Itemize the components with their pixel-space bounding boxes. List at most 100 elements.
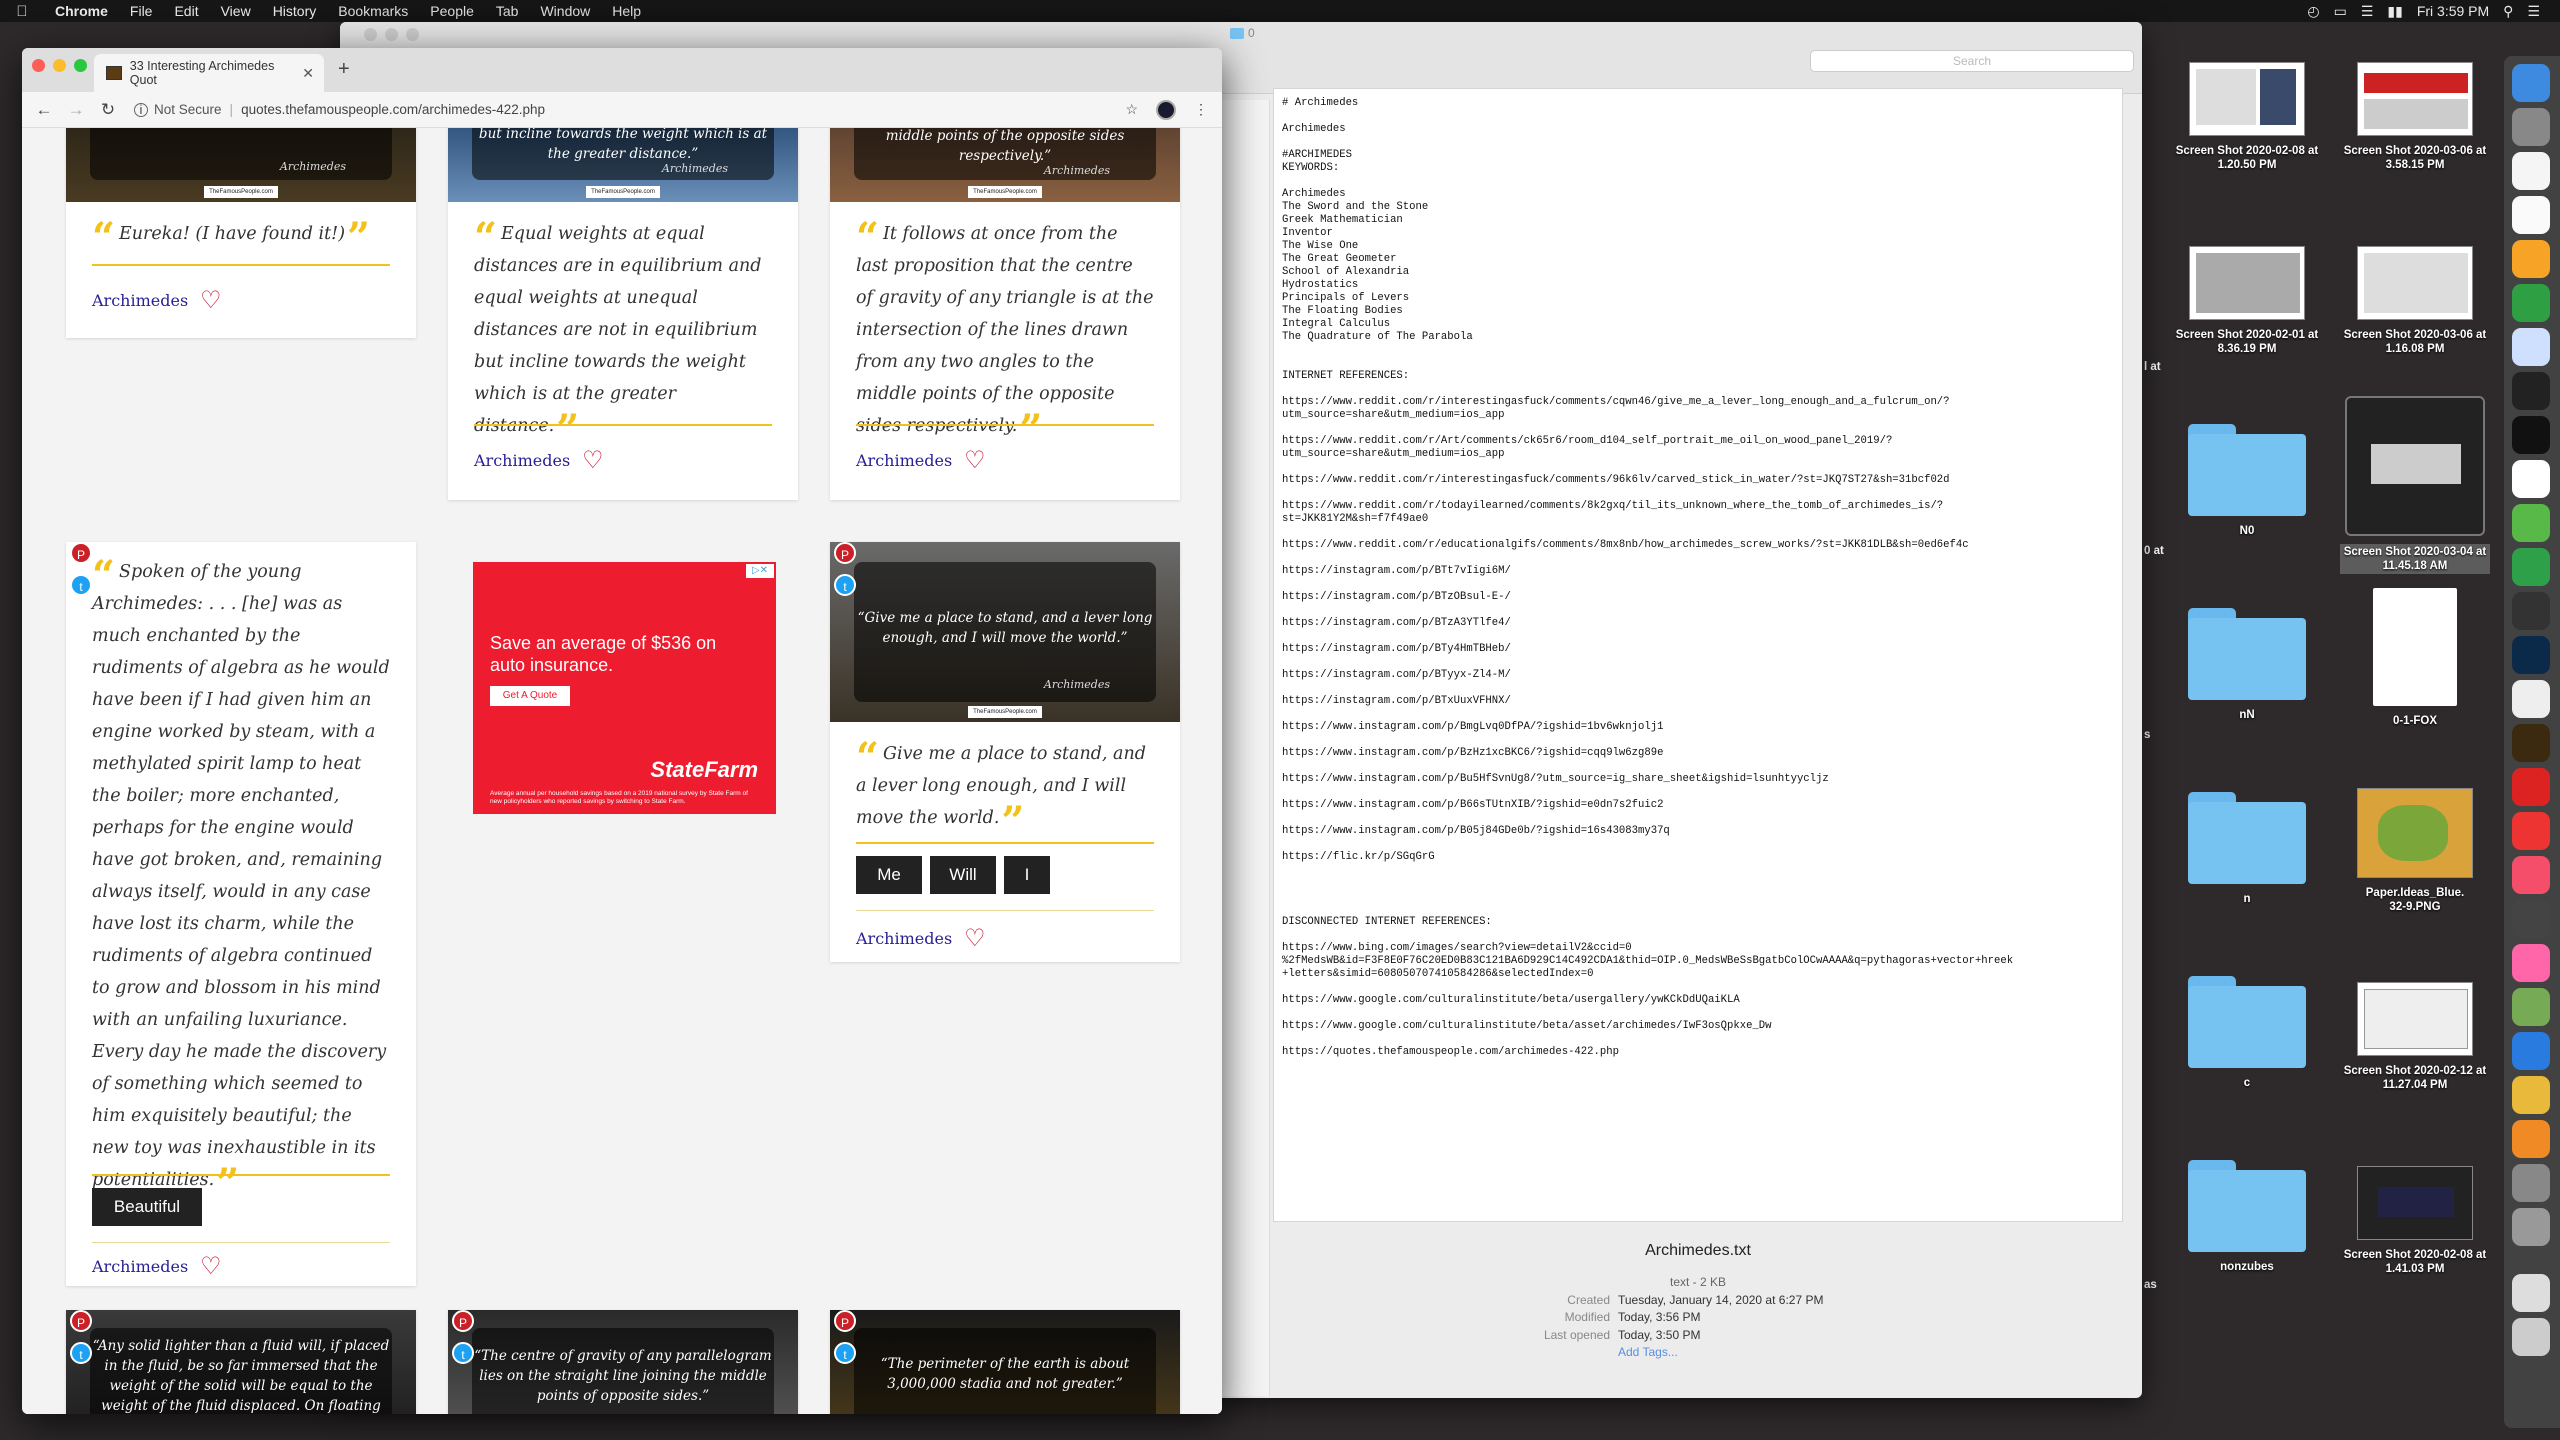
quote-image[interactable]: “The centre of gravity of any parallelog…: [448, 1310, 798, 1414]
tag-will-button[interactable]: Will: [930, 856, 996, 894]
chrome-icon[interactable]: [2512, 1076, 2550, 1114]
tag-me-button[interactable]: Me: [856, 856, 922, 894]
pinterest-icon[interactable]: P: [452, 1310, 474, 1332]
heart-icon[interactable]: ♡: [200, 1254, 222, 1278]
airplay-icon[interactable]: ▭: [2334, 3, 2347, 20]
address-bar[interactable]: i Not Secure | quotes.thefamouspeople.co…: [134, 102, 545, 117]
quote-image[interactable]: “The perimeter of the earth is about 3,0…: [830, 1310, 1180, 1414]
close-icon[interactable]: [364, 28, 377, 41]
desktop-icon-screenshot[interactable]: Screen Shot 2020-03-06 at 3.58.15 PM: [2340, 62, 2490, 172]
battery-icon[interactable]: ▮▮: [2387, 3, 2402, 20]
quote-image[interactable]: but incline towards the weight which is …: [448, 128, 798, 202]
author-link[interactable]: Archimedes ♡: [856, 926, 986, 950]
clock[interactable]: Fri 3:59 PM: [2417, 3, 2489, 19]
tab-close-icon[interactable]: ✕: [302, 65, 314, 82]
quote-image[interactable]: Archimedes TheFamousPeople.com: [66, 128, 416, 202]
twitter-icon[interactable]: t: [834, 1342, 856, 1364]
menu-edit[interactable]: Edit: [163, 0, 209, 22]
profile-avatar[interactable]: [1156, 99, 1176, 120]
spotlight-icon[interactable]: ⚲: [2503, 3, 2513, 20]
music-icon[interactable]: [2512, 856, 2550, 894]
menu-tab[interactable]: Tab: [485, 0, 530, 22]
quote-image[interactable]: “Any solid lighter than a fluid will, if…: [66, 1310, 416, 1414]
app-store-icon[interactable]: [2512, 1032, 2550, 1070]
photoshop-icon[interactable]: [2512, 636, 2550, 674]
leaf-app-icon[interactable]: [2512, 504, 2550, 542]
quote-image[interactable]: “Give me a place to stand, and a lever l…: [830, 542, 1180, 722]
bridge-icon[interactable]: [2512, 724, 2550, 762]
url-text[interactable]: quotes.thefamouspeople.com/archimedes-42…: [241, 102, 545, 117]
heart-icon[interactable]: ♡: [964, 926, 986, 950]
reload-icon[interactable]: ↻: [92, 100, 124, 120]
twitter-icon[interactable]: t: [70, 574, 92, 596]
quote-text[interactable]: “It follows at once from the last propos…: [856, 218, 1154, 450]
trash-icon[interactable]: [2512, 1318, 2550, 1356]
desktop-image[interactable]: Paper.Ideas_Blue. 32-9.PNG: [2340, 788, 2490, 914]
github-icon[interactable]: [2512, 900, 2550, 938]
twitter-icon[interactable]: t: [834, 574, 856, 596]
app-green-icon[interactable]: [2512, 548, 2550, 586]
books-icon[interactable]: [2512, 1120, 2550, 1158]
quote-text[interactable]: “Equal weights at equal distances are in…: [474, 218, 772, 450]
finder-search-input[interactable]: Search: [1810, 50, 2134, 72]
advertisement[interactable]: ▷✕ Save an average of $536 on auto insur…: [473, 562, 776, 814]
heart-icon[interactable]: ♡: [964, 448, 986, 472]
quote-text[interactable]: “Give me a place to stand, and a lever l…: [856, 738, 1154, 842]
apple-menu-icon[interactable]: : [0, 3, 44, 20]
menu-history[interactable]: History: [262, 0, 328, 22]
tag-i-button[interactable]: I: [1004, 856, 1050, 894]
desktop-icon-screenshot-selected[interactable]: Screen Shot 2020-03-04 at 11.45.18 AM: [2340, 396, 2490, 574]
desktop-folder[interactable]: nonzubes: [2172, 1156, 2322, 1274]
unity-icon[interactable]: [2512, 592, 2550, 630]
wifi-icon[interactable]: ☰: [2361, 3, 2374, 20]
heart-icon[interactable]: ♡: [200, 288, 222, 312]
twitter-icon[interactable]: t: [452, 1342, 474, 1364]
scrivener-icon[interactable]: [2512, 812, 2550, 850]
notification-center-icon[interactable]: ☰: [2527, 3, 2540, 20]
desktop-icon-screenshot[interactable]: Screen Shot 2020-03-06 at 1.16.08 PM: [2340, 246, 2490, 356]
file-preview-text[interactable]: # Archimedes Archimedes #ARCHIMEDES KEYW…: [1273, 88, 2123, 1222]
desktop-folder[interactable]: n: [2172, 788, 2322, 906]
desktop-icon-screenshot[interactable]: Screen Shot 2020-02-08 at 1.41.03 PM: [2340, 1166, 2490, 1276]
zoom-icon[interactable]: [406, 28, 419, 41]
tag-beautiful-button[interactable]: Beautiful: [92, 1188, 202, 1226]
calendar-icon[interactable]: [2512, 460, 2550, 498]
ad-quote-button[interactable]: Get A Quote: [490, 686, 570, 706]
close-icon[interactable]: [32, 59, 45, 72]
quote-text[interactable]: “Spoken of the young Archimedes: . . . […: [92, 556, 390, 1204]
minimize-icon[interactable]: [385, 28, 398, 41]
sublime-icon[interactable]: [2512, 240, 2550, 278]
add-tags-link[interactable]: Add Tags...: [1618, 1344, 1898, 1362]
menu-file[interactable]: File: [119, 0, 164, 22]
pinterest-icon[interactable]: P: [70, 1310, 92, 1332]
desktop-icon-screenshot[interactable]: Screen Shot 2020-02-12 at 11.27.04 PM: [2340, 982, 2490, 1092]
app-s-icon[interactable]: [2512, 284, 2550, 322]
desktop-icon-screenshot[interactable]: Screen Shot 2020-02-08 at 1.20.50 PM: [2172, 62, 2322, 172]
twitter-icon[interactable]: t: [70, 1342, 92, 1364]
author-link[interactable]: Archimedes ♡: [92, 288, 222, 312]
downloads-stack-icon[interactable]: [2512, 1274, 2550, 1312]
app-paint-icon[interactable]: [2512, 988, 2550, 1026]
author-link[interactable]: Archimedes ♡: [856, 448, 986, 472]
red-app-icon[interactable]: [2512, 768, 2550, 806]
browser-tab[interactable]: 33 Interesting Archimedes Quot ✕: [94, 54, 324, 92]
notes-icon[interactable]: [2512, 152, 2550, 190]
time-machine-icon[interactable]: ◴: [2307, 3, 2319, 20]
pinterest-icon[interactable]: P: [834, 1310, 856, 1332]
pen-app-icon[interactable]: [2512, 680, 2550, 718]
quote-image[interactable]: middle points of the opposite sides resp…: [830, 128, 1180, 202]
minimize-icon[interactable]: [53, 59, 66, 72]
bookmark-star-icon[interactable]: ☆: [1125, 101, 1138, 118]
launchpad-icon[interactable]: [2512, 108, 2550, 146]
menu-bookmarks[interactable]: Bookmarks: [327, 0, 419, 22]
new-tab-icon[interactable]: +: [338, 58, 350, 81]
reminders-icon[interactable]: [2512, 196, 2550, 234]
info-icon[interactable]: i: [134, 102, 148, 117]
finder-icon[interactable]: [2512, 64, 2550, 102]
menu-view[interactable]: View: [210, 0, 262, 22]
system-preferences-icon[interactable]: [2512, 1164, 2550, 1202]
menu-help[interactable]: Help: [601, 0, 652, 22]
console-icon[interactable]: [2512, 372, 2550, 410]
desktop-folder[interactable]: nN: [2172, 604, 2322, 722]
desktop-folder[interactable]: N0: [2172, 420, 2322, 538]
